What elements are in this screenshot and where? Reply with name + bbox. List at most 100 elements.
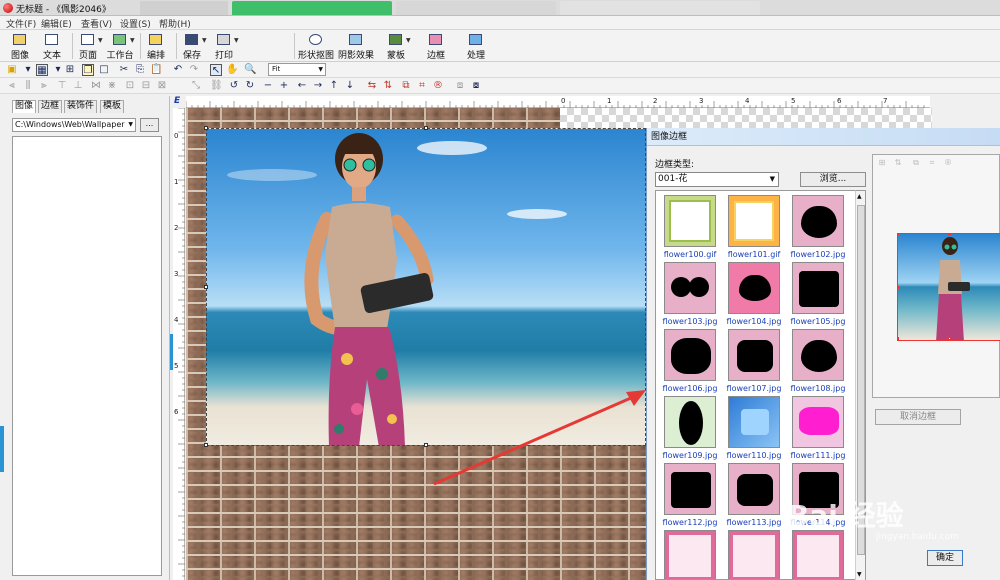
preview-tool-icon[interactable]: ⊞ <box>877 158 887 168</box>
browse-button[interactable]: 浏览... <box>800 172 866 187</box>
cancel-border-button[interactable]: 取消边框 <box>875 409 961 425</box>
rotate-left-icon[interactable]: ↺ <box>228 80 240 92</box>
page-small-icon[interactable]: □ <box>98 64 110 76</box>
undo-icon[interactable]: ↶ <box>172 64 184 76</box>
send-back-icon[interactable]: ⧇ <box>470 80 482 92</box>
border-thumbnail[interactable] <box>728 463 780 515</box>
browse-folder-button[interactable]: ... <box>140 118 159 132</box>
resize-handle[interactable] <box>424 443 428 447</box>
paste-icon[interactable]: 📋 <box>150 64 162 76</box>
same-size-icon[interactable]: ⊡ <box>124 80 136 92</box>
print-button[interactable]: ▼ 打印 <box>206 33 242 61</box>
border-thumbnail[interactable] <box>728 262 780 314</box>
preview-tool-icon[interactable]: ⌗ <box>927 158 937 168</box>
color-select-icon[interactable]: ▣ <box>6 64 18 76</box>
tab-template[interactable]: 模板 <box>100 100 125 113</box>
align-right-icon[interactable]: ⫸ <box>38 80 50 92</box>
process-button[interactable]: 处理 <box>458 33 494 61</box>
border-button[interactable]: 边框 <box>418 33 454 61</box>
border-thumbnail[interactable] <box>728 396 780 448</box>
grid-icon[interactable]: ▦ <box>36 64 48 76</box>
border-thumbnail[interactable] <box>728 195 780 247</box>
flip-h-icon[interactable]: ⇆ <box>366 80 378 92</box>
distribute-icon[interactable]: ⋈ <box>90 80 102 92</box>
chevron-down-icon[interactable]: ▾ <box>52 64 64 76</box>
preview-tool-icon[interactable]: ® <box>943 158 953 168</box>
zoom-icon[interactable]: 🔍 <box>244 64 256 76</box>
preview-tool-icon[interactable]: ⧉ <box>911 158 921 168</box>
reset-icon[interactable]: ® <box>432 80 444 92</box>
bring-front-icon[interactable]: ⧈ <box>454 80 466 92</box>
align-left-icon[interactable]: ⫷ <box>6 80 18 92</box>
border-thumbnail[interactable] <box>792 530 844 579</box>
border-thumbnail[interactable] <box>664 329 716 381</box>
border-thumbnail[interactable] <box>664 262 716 314</box>
menu-edit[interactable]: 编辑(E) <box>41 17 72 30</box>
tab-image[interactable]: 图像 <box>12 100 37 113</box>
border-thumbnail[interactable] <box>664 195 716 247</box>
background-tab[interactable] <box>232 1 392 15</box>
border-thumbnail-caption: flower109.jpg <box>662 451 718 460</box>
border-thumbnail[interactable] <box>728 329 780 381</box>
align-middle-icon[interactable]: ⊥ <box>72 80 84 92</box>
align-top-icon[interactable]: ⊤ <box>56 80 68 92</box>
border-thumbnail[interactable] <box>792 195 844 247</box>
border-thumbnail[interactable] <box>664 530 716 579</box>
rotate-right-icon[interactable]: ↻ <box>244 80 256 92</box>
arrow-up-icon[interactable]: ↑ <box>328 80 340 92</box>
image-frame-icon[interactable]: ⊞ <box>64 64 76 76</box>
redo-icon[interactable]: ↷ <box>188 64 200 76</box>
arrow-right-icon[interactable]: → <box>312 80 324 92</box>
link-icon[interactable]: ⛓ <box>210 80 223 92</box>
same-height-icon[interactable]: ⊠ <box>156 80 168 92</box>
align-center-icon[interactable]: ⫼ <box>22 80 34 92</box>
minus-icon[interactable]: − <box>262 80 274 92</box>
chevron-down-icon[interactable]: ▾ <box>22 64 34 76</box>
border-thumbnail[interactable] <box>792 329 844 381</box>
file-list[interactable] <box>12 136 162 576</box>
background-tab[interactable] <box>396 1 556 15</box>
flip-icon[interactable]: ⤡ <box>190 80 202 92</box>
menu-settings[interactable]: 设置(S) <box>120 17 151 30</box>
folder-path-select[interactable]: C:\Windows\Web\Wallpaper ▼ <box>12 118 136 132</box>
border-thumbnail[interactable] <box>728 530 780 579</box>
shadow-effect-button[interactable]: 阴影效果 <box>338 33 374 61</box>
menu-help[interactable]: 帮助(H) <box>159 17 191 30</box>
panel-edge-handle[interactable] <box>0 426 4 472</box>
menu-view[interactable]: 查看(V) <box>81 17 112 30</box>
mask-button[interactable]: ▼ 蒙板 <box>378 33 414 61</box>
border-thumbnail[interactable] <box>664 463 716 515</box>
hand-icon[interactable]: ✋ <box>226 64 238 76</box>
resize-handle[interactable] <box>204 443 208 447</box>
same-width-icon[interactable]: ⊟ <box>140 80 152 92</box>
arrow-down-icon[interactable]: ↓ <box>344 80 356 92</box>
background-tab[interactable] <box>140 1 228 15</box>
copy-page-icon[interactable]: ❐ <box>82 64 94 76</box>
ok-button[interactable]: 确定 <box>927 550 963 566</box>
menu-file[interactable]: 文件(F) <box>6 17 36 30</box>
shape-cutout-button[interactable]: 形状抠图 <box>298 33 334 61</box>
tab-decoration[interactable]: 装饰件 <box>64 100 98 113</box>
flip-v-icon[interactable]: ⇅ <box>382 80 394 92</box>
border-thumbnail[interactable] <box>792 396 844 448</box>
preview-tool-icon[interactable]: ⇅ <box>893 158 903 168</box>
arrow-left-icon[interactable]: ← <box>296 80 308 92</box>
border-thumbnail[interactable] <box>792 262 844 314</box>
zoom-select[interactable]: Fit ▼ <box>268 63 326 76</box>
crop-icon[interactable]: ⌗ <box>416 80 428 92</box>
resize-handle[interactable] <box>424 126 428 130</box>
mirror-icon[interactable]: ⧉ <box>400 80 412 92</box>
resize-handle[interactable] <box>204 126 208 130</box>
pointer-icon[interactable]: ↖ <box>210 64 222 76</box>
resize-handle[interactable] <box>204 285 208 289</box>
scroll-down-icon[interactable]: ▼ <box>857 571 862 578</box>
tab-border[interactable]: 边框 <box>38 100 63 113</box>
scroll-up-icon[interactable]: ▲ <box>857 193 862 200</box>
background-tab[interactable] <box>560 1 760 15</box>
border-thumbnail[interactable] <box>664 396 716 448</box>
plus-icon[interactable]: + <box>278 80 290 92</box>
copy-icon[interactable]: ⎘ <box>134 64 146 76</box>
cut-icon[interactable]: ✂ <box>118 64 130 76</box>
border-type-select[interactable]: 001-花 ▼ <box>655 172 779 187</box>
distribute-v-icon[interactable]: ⋇ <box>106 80 118 92</box>
